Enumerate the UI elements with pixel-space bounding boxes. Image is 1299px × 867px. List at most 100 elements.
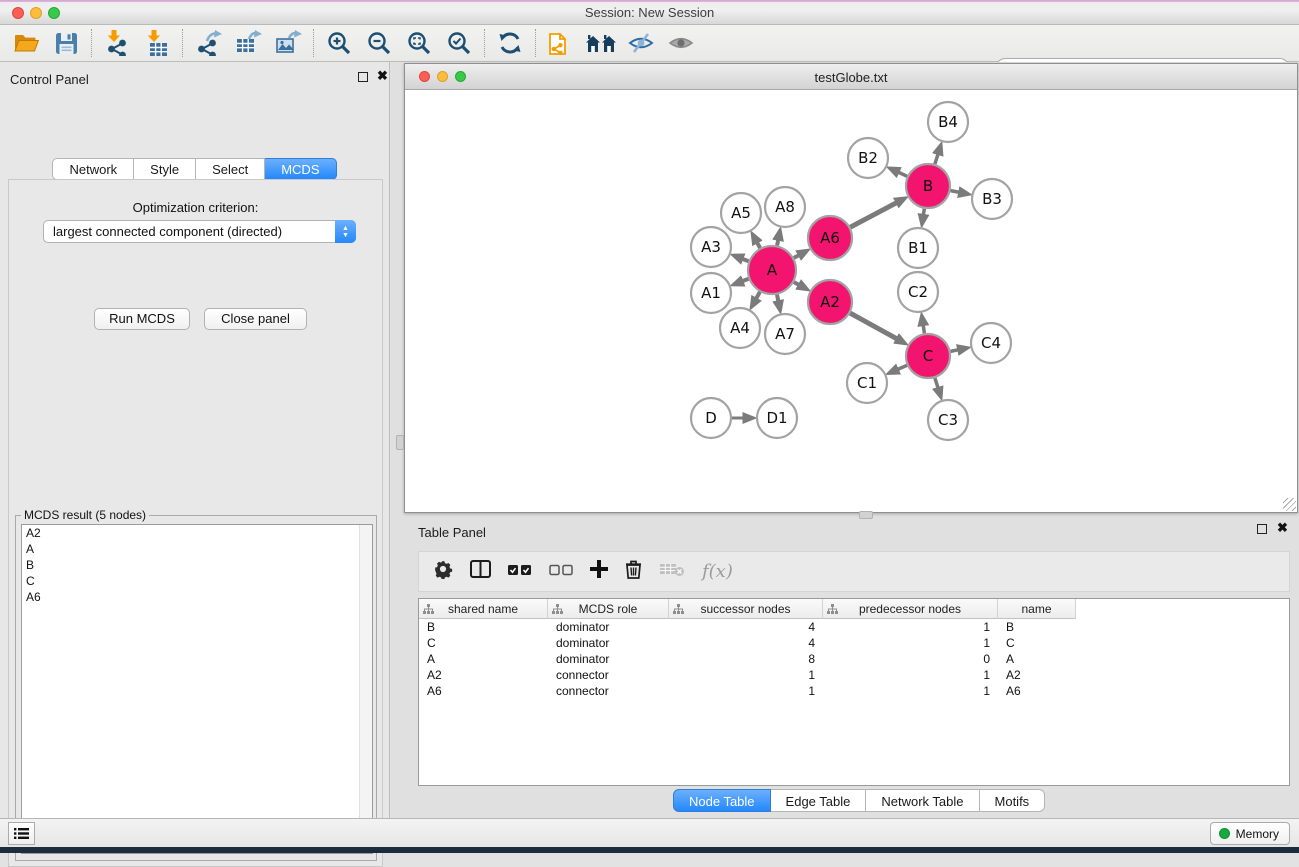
- table-cell[interactable]: A: [998, 651, 1076, 667]
- tab-network-table[interactable]: Network Table: [866, 789, 979, 812]
- hide-selected-icon[interactable]: [621, 26, 661, 60]
- edge-A-A2[interactable]: [794, 282, 800, 285]
- node-D[interactable]: D: [691, 398, 731, 438]
- tab-node-table[interactable]: Node Table: [673, 789, 771, 812]
- edge-C-C1[interactable]: [897, 365, 907, 369]
- mcds-result-item[interactable]: A: [22, 541, 372, 557]
- table-cell[interactable]: C: [998, 635, 1076, 651]
- import-network-icon[interactable]: [97, 26, 137, 60]
- edge-C-C4[interactable]: [951, 350, 959, 352]
- tab-motifs[interactable]: Motifs: [980, 789, 1046, 812]
- edge-C-C3[interactable]: [935, 378, 938, 389]
- node-B1[interactable]: B1: [898, 228, 938, 268]
- edge-A-A7[interactable]: [777, 295, 778, 302]
- node-C3[interactable]: C3: [928, 400, 968, 440]
- table-cell[interactable]: dominator: [548, 635, 669, 651]
- zoom-selected-icon[interactable]: [439, 26, 479, 60]
- node-C[interactable]: C: [906, 334, 950, 378]
- mcds-result-item[interactable]: A2: [22, 525, 372, 541]
- node-B2[interactable]: B2: [848, 138, 888, 178]
- edge-B-B3[interactable]: [951, 191, 960, 193]
- close-panel-icon[interactable]: ✖: [1277, 522, 1288, 533]
- tab-mcds[interactable]: MCDS: [265, 158, 336, 180]
- edge-A-A8[interactable]: [777, 239, 778, 245]
- close-panel-button[interactable]: Close panel: [204, 308, 307, 330]
- column-header-successor-nodes[interactable]: successor nodes: [669, 599, 823, 619]
- table-cell[interactable]: 0: [823, 651, 998, 667]
- table-cell[interactable]: A6: [419, 683, 548, 699]
- node-A2[interactable]: A2: [808, 280, 852, 324]
- table-row[interactable]: Cdominator41C: [419, 635, 1289, 651]
- table-cell[interactable]: A6: [998, 683, 1076, 699]
- node-A7[interactable]: A7: [765, 314, 805, 354]
- node-B[interactable]: B: [906, 164, 950, 208]
- edge-B-B1[interactable]: [923, 209, 924, 216]
- table-cell[interactable]: 1: [823, 667, 998, 683]
- node-B3[interactable]: B3: [972, 179, 1012, 219]
- node-C1[interactable]: C1: [847, 363, 887, 403]
- apply-layout-icon[interactable]: [490, 26, 530, 60]
- scrollbar-track[interactable]: [359, 525, 372, 853]
- table-cell[interactable]: 4: [669, 635, 823, 651]
- zoom-out-icon[interactable]: [359, 26, 399, 60]
- show-all-icon[interactable]: [661, 26, 701, 60]
- mcds-result-item[interactable]: C: [22, 573, 372, 589]
- table-cell[interactable]: connector: [548, 683, 669, 699]
- mcds-result-item[interactable]: B: [22, 557, 372, 573]
- node-D1[interactable]: D1: [757, 398, 797, 438]
- create-column-plus-icon[interactable]: [590, 560, 608, 583]
- float-panel-icon[interactable]: [358, 72, 368, 85]
- edge-A-A4[interactable]: [756, 292, 760, 299]
- table-cell[interactable]: 4: [669, 619, 823, 635]
- new-network-from-selection-icon[interactable]: [541, 26, 581, 60]
- edge-A2-C[interactable]: [850, 313, 897, 339]
- mcds-result-list[interactable]: A2ABCA6: [21, 524, 373, 854]
- node-A5[interactable]: A5: [721, 193, 761, 233]
- open-session-icon[interactable]: [6, 26, 46, 60]
- table-row[interactable]: Bdominator41B: [419, 619, 1289, 635]
- edge-B-B4[interactable]: [935, 154, 938, 165]
- split-pane-handle[interactable]: [396, 435, 404, 450]
- export-table-icon[interactable]: [228, 26, 268, 60]
- save-session-icon[interactable]: [46, 26, 86, 60]
- tab-select[interactable]: Select: [196, 158, 265, 180]
- table-cell[interactable]: dominator: [548, 651, 669, 667]
- table-cell[interactable]: 1: [669, 683, 823, 699]
- first-neighbors-icon[interactable]: [581, 26, 621, 60]
- table-cell[interactable]: 8: [669, 651, 823, 667]
- edge-B-B2[interactable]: [898, 172, 907, 176]
- edge-C-C2[interactable]: [923, 325, 924, 334]
- window-resize-grip[interactable]: [1283, 498, 1296, 511]
- delete-column-trash-icon[interactable]: [625, 560, 642, 584]
- network-window-titlebar[interactable]: testGlobe.txt: [405, 64, 1297, 90]
- table-row[interactable]: A6connector11A6: [419, 683, 1289, 699]
- node-C4[interactable]: C4: [971, 323, 1011, 363]
- table-cell[interactable]: dominator: [548, 619, 669, 635]
- column-header-shared-name[interactable]: shared name: [419, 599, 548, 619]
- run-mcds-button[interactable]: Run MCDS: [94, 308, 190, 330]
- zoom-fit-icon[interactable]: [399, 26, 439, 60]
- node-A4[interactable]: A4: [720, 308, 760, 348]
- split-pane-handle[interactable]: [859, 511, 873, 519]
- export-image-icon[interactable]: [268, 26, 308, 60]
- import-table-icon[interactable]: [137, 26, 177, 60]
- column-header-name[interactable]: name: [998, 599, 1076, 619]
- node-A1[interactable]: A1: [691, 273, 731, 313]
- table-cell[interactable]: A2: [419, 667, 548, 683]
- table-row[interactable]: A2connector11A2: [419, 667, 1289, 683]
- column-header-predecessor-nodes[interactable]: predecessor nodes: [823, 599, 998, 619]
- table-cell[interactable]: connector: [548, 667, 669, 683]
- table-row[interactable]: Adominator80A: [419, 651, 1289, 667]
- table-cell[interactable]: 1: [669, 667, 823, 683]
- table-cell[interactable]: C: [419, 635, 548, 651]
- edge-A6-B[interactable]: [850, 202, 897, 227]
- table-cell[interactable]: A: [419, 651, 548, 667]
- node-A6[interactable]: A6: [808, 216, 852, 260]
- table-cell[interactable]: A2: [998, 667, 1076, 683]
- table-cell[interactable]: 1: [823, 635, 998, 651]
- select-all-rows-icon[interactable]: [508, 563, 532, 581]
- export-network-icon[interactable]: [188, 26, 228, 60]
- edge-A-A5[interactable]: [757, 242, 760, 248]
- table-settings-gear-icon[interactable]: [433, 559, 453, 584]
- column-header-MCDS-role[interactable]: MCDS role: [548, 599, 669, 619]
